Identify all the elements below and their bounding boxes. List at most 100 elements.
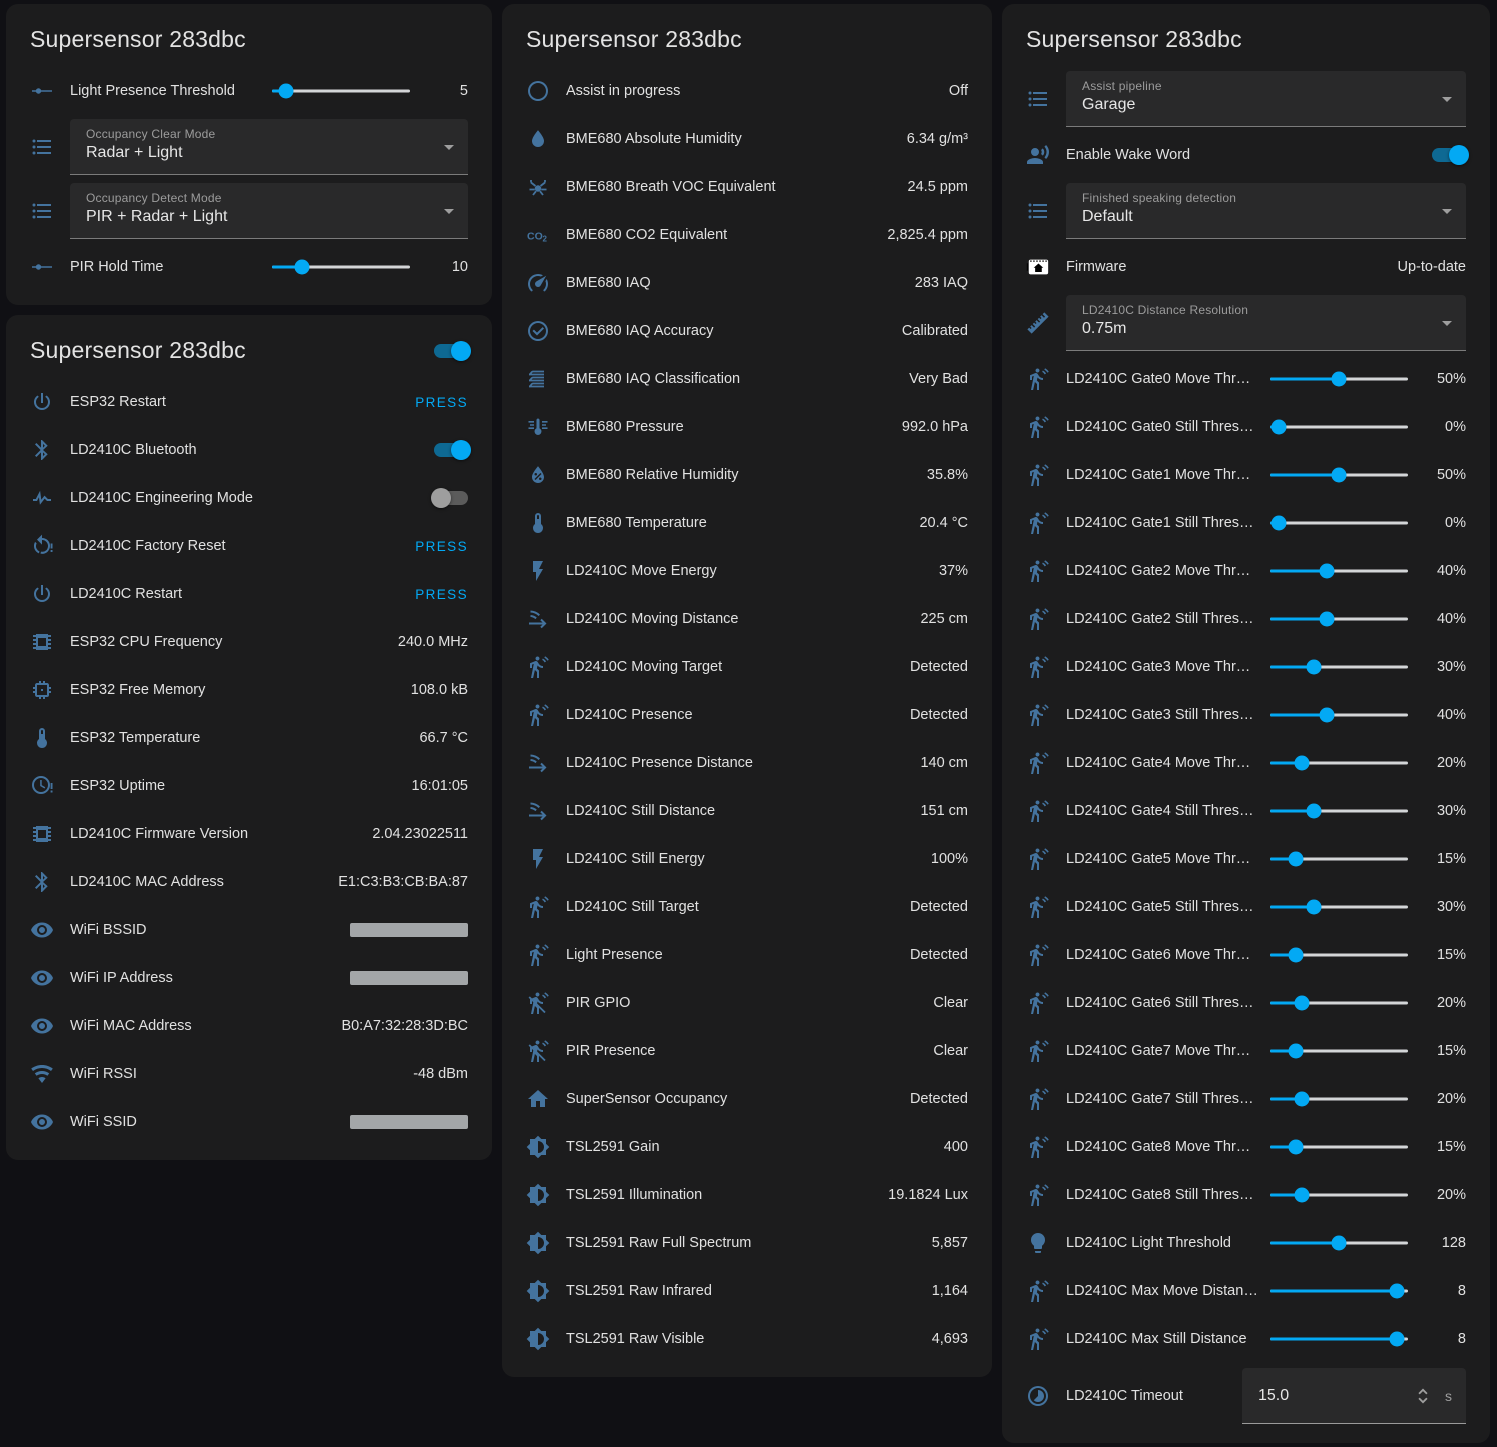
row-ld2410c-gate4-move-threshold[interactable]: LD2410C Gate4 Move Threshold20% bbox=[1018, 739, 1474, 787]
slider-knob[interactable] bbox=[1319, 708, 1334, 723]
slider-ld2410c-gate1-still-threshold[interactable] bbox=[1270, 507, 1408, 539]
row-assist-pipeline[interactable]: Assist pipelineGarage bbox=[1018, 67, 1474, 131]
slider-knob[interactable] bbox=[1307, 804, 1322, 819]
slider-knob[interactable] bbox=[1389, 1284, 1404, 1299]
row-ld2410c-factory-reset[interactable]: LD2410C Factory ResetPRESS bbox=[22, 522, 476, 570]
row-wifi-ip-address[interactable]: WiFi IP Address bbox=[22, 954, 476, 1002]
select-occupancy-clear-mode[interactable]: Occupancy Clear ModeRadar + Light bbox=[70, 119, 468, 175]
slider-ld2410c-gate0-move-threshold[interactable] bbox=[1270, 363, 1408, 395]
number-field-ld2410c-timeout[interactable]: 15.0s bbox=[1242, 1368, 1466, 1424]
row-ld2410c-light-threshold[interactable]: LD2410C Light Threshold128 bbox=[1018, 1219, 1474, 1267]
slider-knob[interactable] bbox=[1271, 516, 1286, 531]
row-ld2410c-presence[interactable]: LD2410C PresenceDetected bbox=[518, 691, 976, 739]
slider-ld2410c-gate4-move-threshold[interactable] bbox=[1270, 747, 1408, 779]
slider-knob[interactable] bbox=[1295, 1188, 1310, 1203]
row-ld2410c-gate0-move-threshold[interactable]: LD2410C Gate0 Move Threshold50% bbox=[1018, 355, 1474, 403]
row-ld2410c-gate0-still-threshold[interactable]: LD2410C Gate0 Still Threshold0% bbox=[1018, 403, 1474, 451]
slider-knob[interactable] bbox=[278, 84, 293, 99]
row-light-presence-threshold[interactable]: Light Presence Threshold5 bbox=[22, 67, 476, 115]
row-wifi-bssid[interactable]: WiFi BSSID bbox=[22, 906, 476, 954]
toggle-ld2410c-bluetooth[interactable] bbox=[434, 443, 468, 457]
slider-knob[interactable] bbox=[1288, 948, 1303, 963]
row-ld2410c-gate7-move-threshold[interactable]: LD2410C Gate7 Move Threshold15% bbox=[1018, 1027, 1474, 1075]
row-ld2410c-gate4-still-threshold[interactable]: LD2410C Gate4 Still Threshold30% bbox=[1018, 787, 1474, 835]
row-ld2410c-engineering-mode[interactable]: LD2410C Engineering Mode bbox=[22, 474, 476, 522]
slider-light-presence-threshold[interactable] bbox=[272, 75, 410, 107]
slider-ld2410c-gate5-still-threshold[interactable] bbox=[1270, 891, 1408, 923]
row-bme680-iaq-classification[interactable]: BME680 IAQ ClassificationVery Bad bbox=[518, 355, 976, 403]
row-esp32-restart[interactable]: ESP32 RestartPRESS bbox=[22, 378, 476, 426]
row-ld2410c-timeout[interactable]: LD2410C Timeout15.0s bbox=[1018, 1363, 1474, 1429]
slider-knob[interactable] bbox=[1295, 1092, 1310, 1107]
slider-ld2410c-gate6-move-threshold[interactable] bbox=[1270, 939, 1408, 971]
select-assist-pipeline[interactable]: Assist pipelineGarage bbox=[1066, 71, 1466, 127]
row-ld2410c-gate8-still-threshold[interactable]: LD2410C Gate8 Still Threshold20% bbox=[1018, 1171, 1474, 1219]
row-esp32-free-memory[interactable]: ESP32 Free Memory108.0 kB bbox=[22, 666, 476, 714]
row-wifi-rssi[interactable]: WiFi RSSI-48 dBm bbox=[22, 1050, 476, 1098]
row-pir-hold-time[interactable]: PIR Hold Time10 bbox=[22, 243, 476, 291]
row-tsl2591-raw-full-spectrum[interactable]: TSL2591 Raw Full Spectrum5,857 bbox=[518, 1219, 976, 1267]
row-occupancy-clear-mode[interactable]: Occupancy Clear ModeRadar + Light bbox=[22, 115, 476, 179]
row-pir-presence[interactable]: PIR PresenceClear bbox=[518, 1027, 976, 1075]
row-tsl2591-gain[interactable]: TSL2591 Gain400 bbox=[518, 1123, 976, 1171]
row-ld2410c-gate3-still-threshold[interactable]: LD2410C Gate3 Still Threshold40% bbox=[1018, 691, 1474, 739]
row-esp32-uptime[interactable]: ESP32 Uptime16:01:05 bbox=[22, 762, 476, 810]
select-occupancy-detect-mode[interactable]: Occupancy Detect ModePIR + Radar + Light bbox=[70, 183, 468, 239]
slider-knob[interactable] bbox=[1295, 756, 1310, 771]
slider-ld2410c-gate3-still-threshold[interactable] bbox=[1270, 699, 1408, 731]
slider-knob[interactable] bbox=[1332, 468, 1347, 483]
row-tsl2591-raw-infrared[interactable]: TSL2591 Raw Infrared1,164 bbox=[518, 1267, 976, 1315]
row-bme680-iaq-accuracy[interactable]: BME680 IAQ AccuracyCalibrated bbox=[518, 307, 976, 355]
slider-ld2410c-light-threshold[interactable] bbox=[1270, 1227, 1408, 1259]
slider-knob[interactable] bbox=[1307, 660, 1322, 675]
slider-ld2410c-max-still-distance[interactable] bbox=[1270, 1323, 1408, 1355]
slider-knob[interactable] bbox=[294, 260, 309, 275]
slider-ld2410c-gate4-still-threshold[interactable] bbox=[1270, 795, 1408, 827]
row-ld2410c-still-target[interactable]: LD2410C Still TargetDetected bbox=[518, 883, 976, 931]
row-bme680-temperature[interactable]: BME680 Temperature20.4 °C bbox=[518, 499, 976, 547]
slider-ld2410c-gate7-move-threshold[interactable] bbox=[1270, 1035, 1408, 1067]
slider-ld2410c-gate0-still-threshold[interactable] bbox=[1270, 411, 1408, 443]
slider-ld2410c-max-move-distance[interactable] bbox=[1270, 1275, 1408, 1307]
number-value[interactable]: 15.0 bbox=[1258, 1387, 1417, 1405]
row-firmware[interactable]: FirmwareUp-to-date bbox=[1018, 243, 1474, 291]
row-ld2410c-moving-distance[interactable]: LD2410C Moving Distance225 cm bbox=[518, 595, 976, 643]
row-ld2410c-bluetooth[interactable]: LD2410C Bluetooth bbox=[22, 426, 476, 474]
row-bme680-co2-equivalent[interactable]: CO2BME680 CO2 Equivalent2,825.4 ppm bbox=[518, 211, 976, 259]
slider-knob[interactable] bbox=[1319, 612, 1334, 627]
row-ld2410c-mac-address[interactable]: LD2410C MAC AddressE1:C3:B3:CB:BA:87 bbox=[22, 858, 476, 906]
row-bme680-iaq[interactable]: BME680 IAQ283 IAQ bbox=[518, 259, 976, 307]
row-pir-gpio[interactable]: PIR GPIOClear bbox=[518, 979, 976, 1027]
row-ld2410c-gate1-move-threshold[interactable]: LD2410C Gate1 Move Threshold50% bbox=[1018, 451, 1474, 499]
row-ld2410c-still-energy[interactable]: LD2410C Still Energy100% bbox=[518, 835, 976, 883]
slider-knob[interactable] bbox=[1288, 1140, 1303, 1155]
row-finished-speaking-detection[interactable]: Finished speaking detectionDefault bbox=[1018, 179, 1474, 243]
device-enabled-toggle[interactable] bbox=[434, 344, 468, 358]
row-assist-in-progress[interactable]: Assist in progressOff bbox=[518, 67, 976, 115]
press-button[interactable]: PRESS bbox=[415, 587, 468, 602]
row-enable-wake-word[interactable]: Enable Wake Word bbox=[1018, 131, 1474, 179]
row-bme680-relative-humidity[interactable]: BME680 Relative Humidity35.8% bbox=[518, 451, 976, 499]
slider-ld2410c-gate3-move-threshold[interactable] bbox=[1270, 651, 1408, 683]
row-ld2410c-max-still-distance[interactable]: LD2410C Max Still Distance8 bbox=[1018, 1315, 1474, 1363]
row-ld2410c-gate5-move-threshold[interactable]: LD2410C Gate5 Move Threshold15% bbox=[1018, 835, 1474, 883]
slider-knob[interactable] bbox=[1332, 372, 1347, 387]
slider-knob[interactable] bbox=[1295, 996, 1310, 1011]
row-ld2410c-gate6-move-threshold[interactable]: LD2410C Gate6 Move Threshold15% bbox=[1018, 931, 1474, 979]
select-ld2410c-distance-resolution[interactable]: LD2410C Distance Resolution0.75m bbox=[1066, 295, 1466, 351]
press-button[interactable]: PRESS bbox=[415, 395, 468, 410]
row-ld2410c-restart[interactable]: LD2410C RestartPRESS bbox=[22, 570, 476, 618]
stepper-arrows-icon[interactable] bbox=[1417, 1387, 1429, 1405]
row-ld2410c-move-energy[interactable]: LD2410C Move Energy37% bbox=[518, 547, 976, 595]
toggle-enable-wake-word[interactable] bbox=[1432, 148, 1466, 162]
row-ld2410c-gate3-move-threshold[interactable]: LD2410C Gate3 Move Threshold30% bbox=[1018, 643, 1474, 691]
slider-ld2410c-gate8-still-threshold[interactable] bbox=[1270, 1179, 1408, 1211]
row-bme680-absolute-humidity[interactable]: BME680 Absolute Humidity6.34 g/m³ bbox=[518, 115, 976, 163]
row-ld2410c-gate2-move-threshold[interactable]: LD2410C Gate2 Move Threshold40% bbox=[1018, 547, 1474, 595]
row-tsl2591-illumination[interactable]: TSL2591 Illumination19.1824 Lux bbox=[518, 1171, 976, 1219]
slider-knob[interactable] bbox=[1332, 1236, 1347, 1251]
row-ld2410c-distance-resolution[interactable]: LD2410C Distance Resolution0.75m bbox=[1018, 291, 1474, 355]
row-tsl2591-raw-visible[interactable]: TSL2591 Raw Visible4,693 bbox=[518, 1315, 976, 1363]
slider-ld2410c-gate8-move-threshold[interactable] bbox=[1270, 1131, 1408, 1163]
row-occupancy-detect-mode[interactable]: Occupancy Detect ModePIR + Radar + Light bbox=[22, 179, 476, 243]
